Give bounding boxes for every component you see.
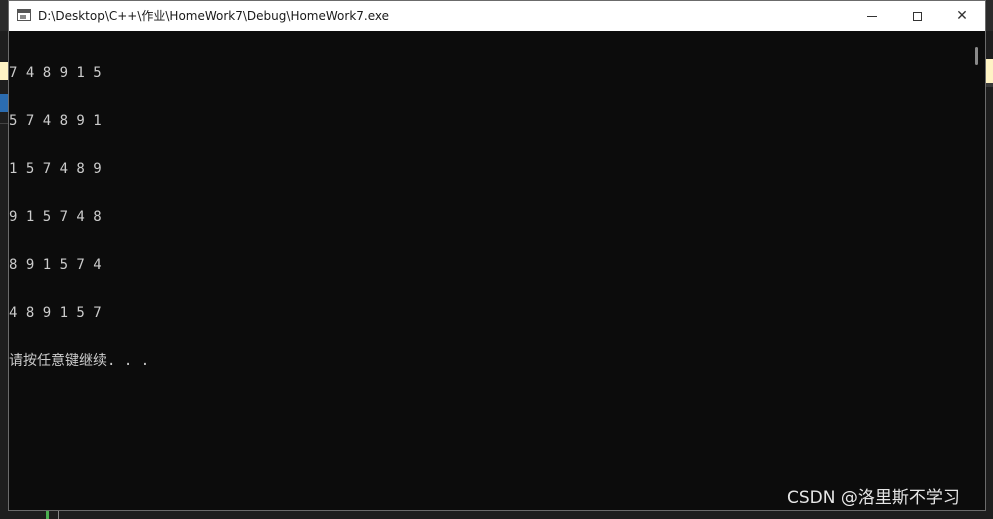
console-prompt-line: 请按任意键继续. . . [9, 353, 150, 369]
console-app-icon[interactable] [17, 9, 31, 21]
console-line: 4 8 9 1 5 7 [9, 305, 102, 321]
title-bar[interactable]: D:\Desktop\C++\作业\HomeWork7\Debug\HomeWo… [9, 1, 985, 31]
console-output[interactable]: 7 4 8 9 1 5 5 7 4 8 9 1 1 5 7 4 8 9 9 1 … [9, 31, 969, 510]
console-line: 8 9 1 5 7 4 [9, 257, 102, 273]
csdn-watermark: CSDN @洛里斯不学习 [787, 488, 960, 508]
close-icon: ✕ [956, 8, 968, 24]
background-row [0, 123, 8, 138]
console-line: 7 4 8 9 1 5 [9, 65, 102, 81]
background-row [986, 83, 993, 87]
scrollbar-thumb[interactable] [975, 47, 978, 65]
maximize-icon [912, 11, 922, 21]
background-app-left-edge [0, 31, 8, 519]
console-line: 5 7 4 8 9 1 [9, 113, 102, 129]
minimize-button[interactable] [849, 1, 895, 31]
minimize-icon [867, 15, 877, 17]
console-line: 1 5 7 4 8 9 [9, 161, 102, 177]
close-button[interactable]: ✕ [939, 1, 985, 31]
background-selection-strip [0, 94, 8, 112]
background-app-bottom-edge [0, 511, 993, 519]
console-window[interactable]: D:\Desktop\C++\作业\HomeWork7\Debug\HomeWo… [8, 0, 986, 511]
vertical-scrollbar[interactable] [969, 31, 985, 510]
background-highlight-strip [0, 62, 8, 80]
console-line: 9 1 5 7 4 8 [9, 209, 102, 225]
background-gutter-marker [46, 511, 49, 519]
maximize-button[interactable] [894, 1, 940, 31]
console-text: 7 4 8 9 1 5 5 7 4 8 9 1 1 5 7 4 8 9 9 1 … [9, 33, 149, 401]
window-title: D:\Desktop\C++\作业\HomeWork7\Debug\HomeWo… [38, 9, 390, 23]
background-highlight-strip [986, 59, 993, 85]
background-divider [58, 511, 59, 519]
background-app-right-edge [986, 31, 993, 519]
